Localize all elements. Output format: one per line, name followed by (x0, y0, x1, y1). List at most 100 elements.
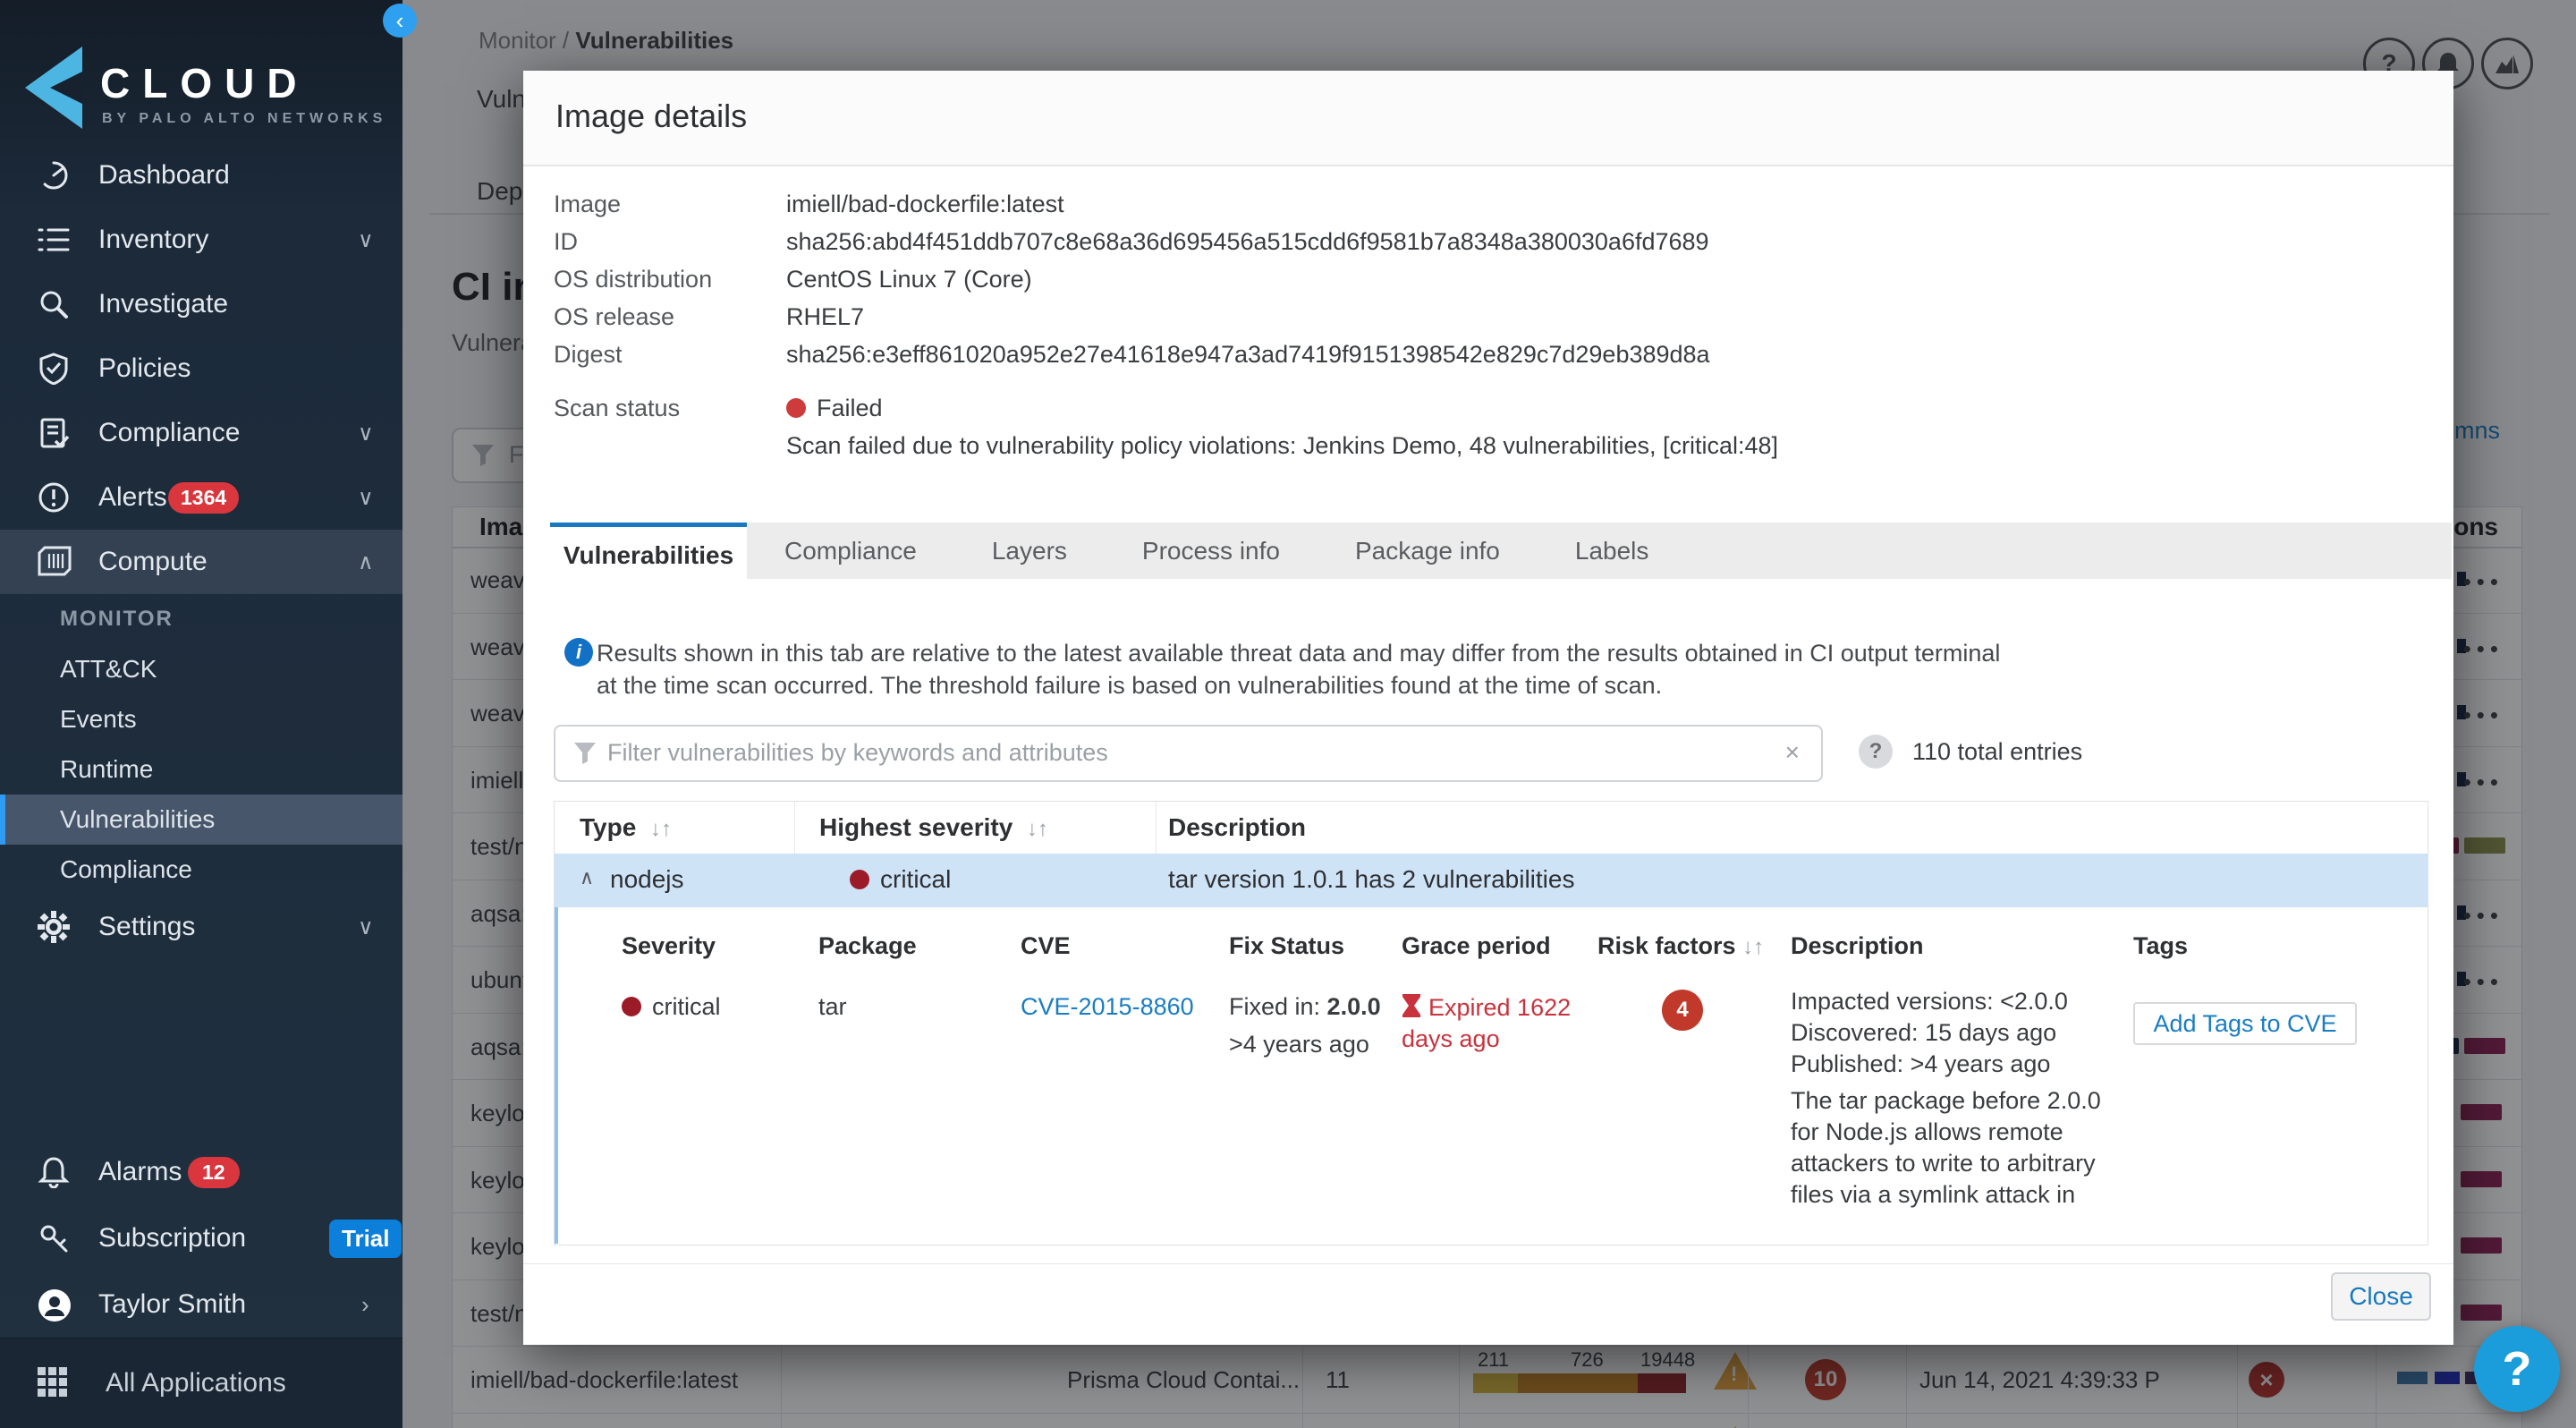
column-header-severity[interactable]: Highest severity ↓↑ (819, 813, 1048, 842)
info-icon: i (564, 638, 593, 667)
tab-vulnerabilities[interactable]: Vulnerabilities (550, 523, 747, 588)
sidebar-subitem-label: Events (60, 705, 137, 734)
sidebar-subitem-events[interactable]: Events (0, 694, 402, 744)
sidebar-item-alerts[interactable]: Alerts1364∨ (0, 465, 402, 530)
sort-icon[interactable]: ↓↑ (650, 817, 672, 841)
vulnerability-group-row[interactable]: ∧ nodejs critical tar version 1.0.1 has … (555, 854, 2428, 907)
sidebar: ‹ CLOUD BY PALO ALTO NETWORKS DashboardI… (0, 0, 402, 1428)
avatar-icon (38, 1288, 70, 1321)
scan-status-detail: Scan failed due to vulnerability policy … (786, 432, 1778, 460)
image-details-modal: Image details Imageimiell/bad-dockerfile… (523, 71, 2453, 1345)
close-button[interactable]: Close (2331, 1272, 2431, 1321)
sort-icon[interactable]: ↓↑ (1742, 935, 1764, 959)
table-header-row: Type ↓↑ Highest severity ↓↑ Description (555, 802, 2428, 854)
subcol-package: Package (818, 932, 917, 960)
cve-grace-period: Expired 1622 (1402, 993, 1571, 1022)
subcol-description: Description (1791, 932, 1924, 960)
sidebar-item-label: Dashboard (98, 160, 230, 191)
sidebar-item-dashboard[interactable]: Dashboard (0, 143, 402, 208)
hourglass-icon (1402, 993, 1421, 1018)
sidebar-item-compliance[interactable]: Compliance∨ (0, 401, 402, 465)
detail-field-row: Imageimiell/bad-dockerfile:latest (523, 191, 2427, 228)
sidebar-menu: DashboardInventory∨InvestigatePoliciesCo… (0, 143, 402, 594)
sidebar-submenu: ATT&CK Events Runtime Vulnerabilities Compli… (0, 644, 402, 895)
alert-circle-icon (38, 481, 70, 514)
field-label: OS release (554, 303, 674, 331)
critical-dot-icon (622, 997, 641, 1016)
sidebar-item-label: Compliance (98, 418, 240, 448)
vulnerability-filter-input[interactable]: Filter vulnerabilities by keywords and a… (554, 725, 1823, 782)
cve-grace-period-line2: days ago (1402, 1025, 1500, 1053)
sidebar-subitem-compliance[interactable]: Compliance (0, 845, 402, 895)
failed-dot-icon (786, 398, 806, 418)
sidebar-subitem-runtime[interactable]: Runtime (0, 744, 402, 795)
modal-title: Image details (555, 98, 747, 135)
subcol-risk-factors[interactable]: Risk factors ↓↑ (1597, 932, 1764, 960)
container-icon (38, 546, 70, 578)
chevron-icon: ∨ (358, 227, 374, 253)
sidebar-subitem-label: Runtime (60, 755, 153, 784)
subcol-cve: CVE (1021, 932, 1071, 960)
sidebar-item-label: Taylor Smith (98, 1289, 246, 1320)
sidebar-collapse-button[interactable]: ‹ (383, 4, 417, 38)
bell-icon (38, 1156, 70, 1188)
chevron-down-icon: ∨ (358, 914, 374, 940)
field-value: sha256:e3eff861020a952e27e41618e947a3ad7… (786, 341, 1710, 369)
sidebar-item-label: Alerts (98, 482, 167, 513)
expanded-cve-panel: Severity Package CVE Fix Status Grace pe… (555, 907, 2428, 1244)
filter-help-icon[interactable]: ? (1859, 735, 1893, 769)
sidebar-item-policies[interactable]: Policies (0, 336, 402, 401)
modal-tabs: VulnerabilitiesComplianceLayersProcess i… (550, 523, 2452, 579)
sidebar-item-subscription[interactable]: SubscriptionTrial (0, 1205, 402, 1271)
sidebar-item-label: Investigate (98, 289, 228, 319)
sidebar-item-settings[interactable]: Settings ∨ (0, 895, 402, 959)
info-text-line2: at the time scan occurred. The threshold… (597, 672, 1662, 700)
critical-dot-icon (850, 870, 869, 889)
sidebar-subitem-vulnerabilities[interactable]: Vulnerabilities (0, 795, 402, 845)
chevron-icon: ∨ (358, 485, 374, 511)
sidebar-item-label: Inventory (98, 225, 208, 255)
funnel-icon (573, 742, 597, 765)
cve-link[interactable]: CVE-2015-8860 (1021, 993, 1194, 1021)
cve-package: tar (818, 993, 847, 1021)
prisma-cloud-app: Monitor / Vulnerabilities ? Vuln Depl CI… (0, 0, 2576, 1428)
sidebar-item-label: All Applications (106, 1368, 286, 1398)
sidebar-item-all-applications[interactable]: All Applications (0, 1338, 402, 1428)
field-value: RHEL7 (786, 303, 864, 331)
sidebar-item-inventory[interactable]: Inventory ∨ (0, 208, 402, 272)
tab-process-info[interactable]: Process info (1105, 523, 1318, 579)
sidebar-item-alarms[interactable]: Alarms12 (0, 1139, 402, 1205)
detail-field-row: IDsha256:abd4f451ddb707c8e68a36d695456a5… (523, 228, 2427, 266)
sidebar-item-taylor-smith[interactable]: Taylor Smith› (0, 1271, 402, 1338)
tab-package-info[interactable]: Package info (1318, 523, 1538, 579)
modal-header: Image details (523, 71, 2453, 166)
clear-filter-icon[interactable]: × (1785, 738, 1800, 767)
tab-labels[interactable]: Labels (1538, 523, 1687, 579)
sidebar-subitem-label: ATT&CK (60, 655, 157, 684)
sidebar-item-label: Alarms (98, 1157, 182, 1187)
scan-status-value: Failed (786, 395, 883, 422)
tab-compliance[interactable]: Compliance (747, 523, 954, 579)
collapse-caret-icon[interactable]: ∧ (580, 866, 594, 889)
field-value: CentOS Linux 7 (Core) (786, 266, 1032, 293)
sort-icon[interactable]: ↓↑ (1027, 817, 1048, 841)
info-text-line1: Results shown in this tab are relative t… (597, 640, 2000, 667)
help-fab-button[interactable]: ? (2474, 1326, 2560, 1412)
field-label: Digest (554, 341, 623, 369)
field-label: ID (554, 228, 578, 256)
risk-factor-count-badge[interactable]: 4 (1662, 990, 1703, 1031)
chevron-icon: ∧ (358, 549, 374, 575)
sidebar-item-investigate[interactable]: Investigate (0, 272, 402, 336)
add-tags-to-cve-button[interactable]: Add Tags to CVE (2133, 1002, 2357, 1045)
tab-layers[interactable]: Layers (954, 523, 1105, 579)
detail-field-row: OS distributionCentOS Linux 7 (Core) (523, 266, 2427, 303)
sidebar-item-compute[interactable]: Compute∧ (0, 530, 402, 594)
footer-divider (523, 1263, 2453, 1264)
sidebar-subitem-attck[interactable]: ATT&CK (0, 644, 402, 694)
grid-icon (38, 1367, 70, 1399)
cve-fix-age: >4 years ago (1229, 1031, 1369, 1058)
sidebar-subitem-label: Compliance (60, 855, 192, 884)
column-header-type[interactable]: Type ↓↑ (580, 813, 672, 842)
section-label-monitor: MONITOR (0, 594, 402, 644)
total-entries: 110 total entries (1912, 738, 2082, 766)
